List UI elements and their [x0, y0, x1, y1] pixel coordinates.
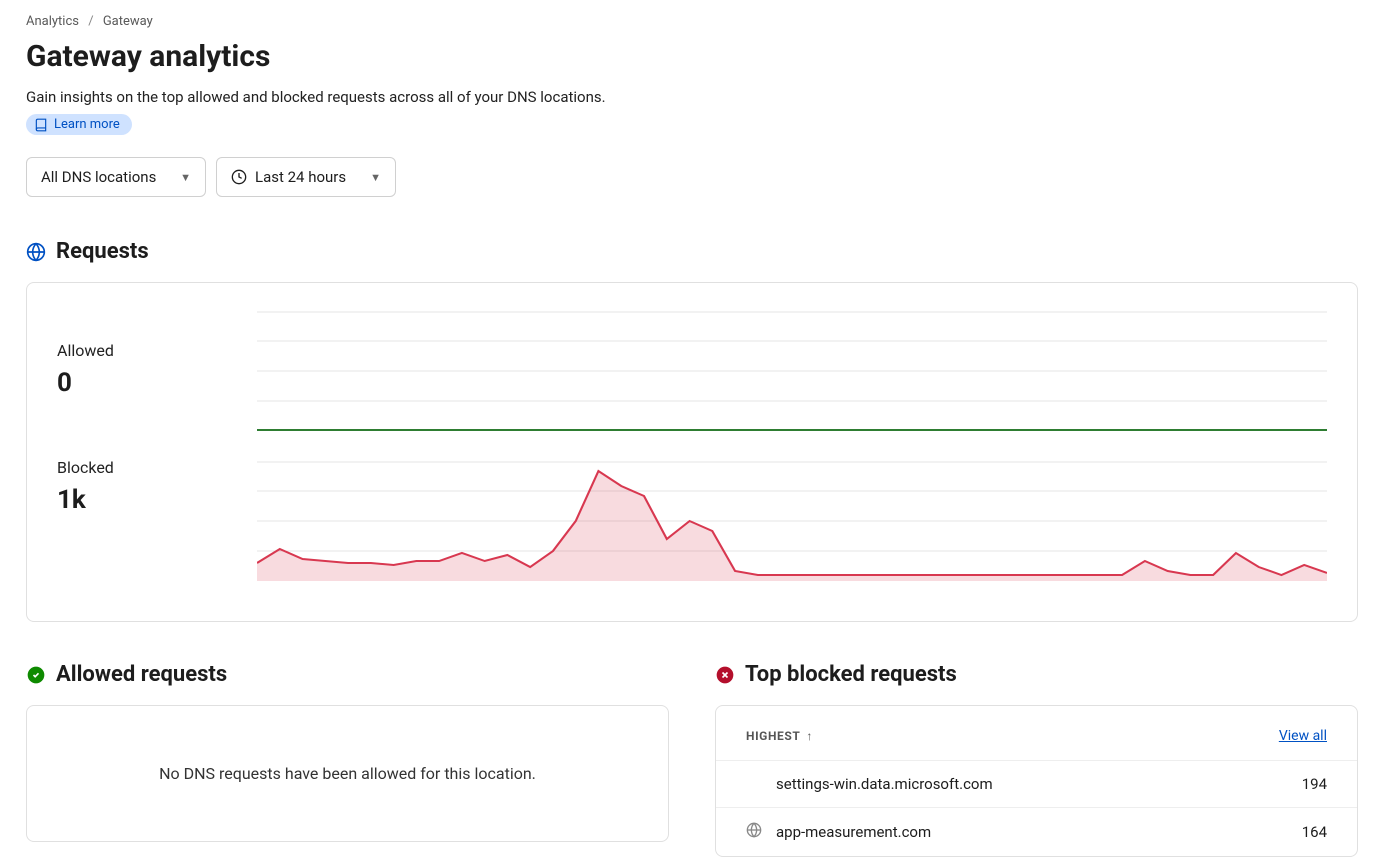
blocked-section-title: Top blocked requests: [745, 662, 957, 687]
requests-title: Requests: [56, 239, 149, 264]
check-circle-icon: [26, 665, 46, 685]
chevron-down-icon: ▼: [180, 171, 191, 184]
allowed-empty-message: No DNS requests have been allowed for th…: [159, 764, 536, 783]
page-description: Gain insights on the top allowed and blo…: [26, 88, 1358, 106]
page-title: Gateway analytics: [26, 39, 1358, 74]
allowed-label: Allowed: [57, 341, 217, 360]
requests-card: Allowed 0 Blocked 1k: [26, 282, 1358, 622]
allowed-stat: Allowed 0: [57, 341, 217, 398]
timerange-dropdown[interactable]: Last 24 hours ▼: [216, 157, 396, 197]
locations-dropdown[interactable]: All DNS locations ▼: [26, 157, 206, 197]
allowed-empty-card: No DNS requests have been allowed for th…: [26, 705, 669, 842]
chevron-down-icon: ▼: [370, 171, 381, 184]
allowed-value: 0: [57, 368, 217, 398]
allowed-section-title: Allowed requests: [56, 662, 227, 687]
breadcrumb-root[interactable]: Analytics: [26, 14, 79, 29]
filters-row: All DNS locations ▼ Last 24 hours ▼: [26, 157, 1358, 197]
requests-section-header: Requests: [26, 239, 1358, 264]
blocked-list-card: HIGHEST ↑ View all settings-win.data.mic…: [715, 705, 1358, 857]
globe-icon: [746, 822, 762, 838]
domain-name: settings-win.data.microsoft.com: [776, 775, 1302, 793]
blocked-stat: Blocked 1k: [57, 458, 217, 515]
blocked-chart: [257, 461, 1327, 581]
bottom-columns: Allowed requests No DNS requests have be…: [26, 662, 1358, 857]
book-icon: [34, 118, 48, 132]
allowed-chart: [257, 311, 1327, 431]
x-circle-icon: [715, 665, 735, 685]
domain-name: app-measurement.com: [776, 823, 1302, 841]
breadcrumb: Analytics / Gateway: [26, 14, 1358, 29]
learn-more-label: Learn more: [54, 117, 120, 132]
domain-count: 194: [1302, 775, 1327, 793]
arrow-up-icon: ↑: [806, 729, 813, 743]
breadcrumb-sep: /: [88, 14, 93, 29]
allowed-section-header: Allowed requests: [26, 662, 669, 687]
timerange-dropdown-label: Last 24 hours: [255, 168, 346, 186]
list-item[interactable]: settings-win.data.microsoft.com 194: [716, 760, 1357, 807]
highest-sort[interactable]: HIGHEST ↑: [746, 729, 813, 743]
allowed-column: Allowed requests No DNS requests have be…: [26, 662, 669, 857]
row-icon-slot: [746, 822, 776, 842]
domain-count: 164: [1302, 823, 1327, 841]
blocked-label: Blocked: [57, 458, 217, 477]
blocked-list-header: HIGHEST ↑ View all: [716, 706, 1357, 760]
breadcrumb-current: Gateway: [103, 14, 153, 29]
charts-column: [257, 311, 1327, 581]
locations-dropdown-label: All DNS locations: [41, 168, 156, 186]
blocked-column: Top blocked requests HIGHEST ↑ View all …: [715, 662, 1358, 857]
globe-icon: [26, 242, 46, 262]
blocked-section-header: Top blocked requests: [715, 662, 1358, 687]
view-all-link[interactable]: View all: [1279, 728, 1327, 744]
stats-column: Allowed 0 Blocked 1k: [57, 311, 217, 581]
list-item[interactable]: app-measurement.com 164: [716, 807, 1357, 856]
blocked-value: 1k: [57, 485, 217, 515]
learn-more-link[interactable]: Learn more: [26, 114, 132, 135]
highest-label: HIGHEST: [746, 729, 800, 743]
clock-icon: [231, 169, 247, 185]
